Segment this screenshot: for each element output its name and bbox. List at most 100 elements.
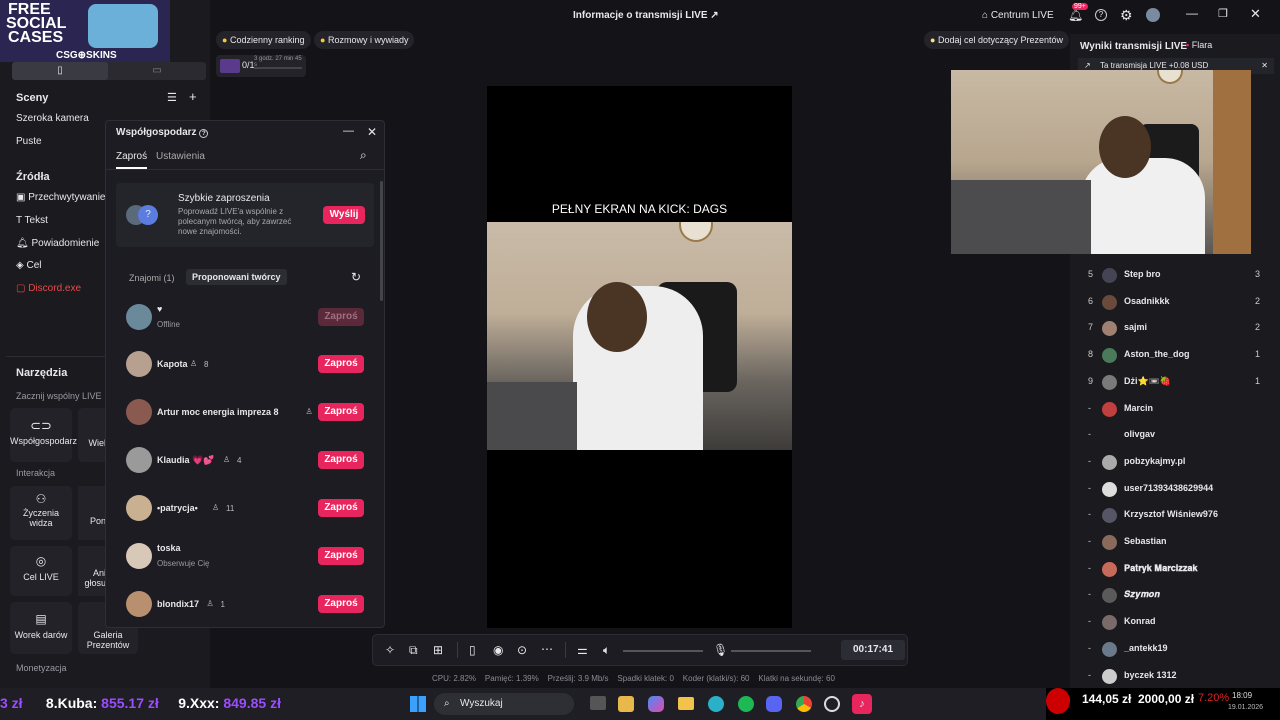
edge-icon[interactable] <box>708 696 724 712</box>
speaker-icon[interactable]: 🔈︎ <box>603 643 610 658</box>
mic-icon[interactable]: 🎙︎ <box>713 643 728 657</box>
capture-icon[interactable]: ⊙ <box>517 643 527 657</box>
minimize-icon[interactable]: — <box>1186 6 1198 20</box>
dialog-minimize-icon[interactable]: — <box>343 125 354 137</box>
tab-invite[interactable]: Zaproś <box>116 151 148 169</box>
tab-settings[interactable]: Ustawienia <box>156 151 205 162</box>
ranking-row[interactable]: - olivgav <box>1070 426 1280 446</box>
send-button[interactable]: Wyślij <box>323 206 365 224</box>
profile-avatar[interactable] <box>1146 8 1160 22</box>
record-icon[interactable]: ◉ <box>493 643 503 657</box>
store-icon[interactable] <box>618 696 634 712</box>
folder-icon[interactable] <box>678 697 694 710</box>
more-icon[interactable]: ⋯ <box>541 642 553 656</box>
ranking-row[interactable]: 7 sajmi 2 <box>1070 319 1280 339</box>
source-item-discord[interactable]: ▢ Discord.exe <box>16 283 81 294</box>
multi-tool[interactable]: Wiel <box>78 408 108 462</box>
banner-text: Ta transmisja LIVE +0.08 USD <box>1100 61 1209 70</box>
search-icon[interactable]: ⌕ <box>360 148 367 163</box>
spotify-icon[interactable] <box>738 696 754 712</box>
refresh-icon[interactable]: ↻ <box>351 270 361 284</box>
anim-tool[interactable]: Ani głosu <box>78 546 108 596</box>
source-item-goal[interactable]: ◈ Cel <box>16 260 41 271</box>
invite-button[interactable]: Zaproś <box>318 547 364 565</box>
tiktok-live-icon[interactable]: ♪ <box>852 694 872 714</box>
help-icon[interactable]: ? <box>1095 9 1107 21</box>
chrome-icon[interactable] <box>796 696 812 712</box>
dialog-scrollbar[interactable] <box>380 181 383 301</box>
banner-close-icon[interactable]: ✕ <box>1261 58 1268 74</box>
ranking-row[interactable]: - Marcin <box>1070 400 1280 420</box>
ranking-row[interactable]: - user71393438629944 <box>1070 480 1280 500</box>
ranking-row[interactable]: - 𝐏𝐚𝐭𝐫𝐲𝐤 𝐌𝐚𝐫𝐜𝐢𝐳𝐳𝐚𝐤 <box>1070 560 1280 580</box>
dialog-title-label: Współgospodarz <box>116 127 197 138</box>
ranking-row[interactable]: - Sebastian <box>1070 533 1280 553</box>
gift-box-tool[interactable]: ▤ Worek darów <box>10 602 72 654</box>
speaker-volume-slider[interactable] <box>623 650 703 652</box>
steam-icon[interactable] <box>824 696 840 712</box>
close-window-icon[interactable]: ✕ <box>1250 6 1261 22</box>
goal-tool[interactable]: ◎ Cel LIVE <box>10 546 72 596</box>
invite-button[interactable]: Zaproś <box>318 355 364 373</box>
goal-thumb <box>220 59 240 73</box>
viewer-avatar <box>1102 535 1117 550</box>
notification-icon[interactable]: 🔔︎ <box>1068 8 1083 22</box>
person-name: •patrycja• <box>157 503 198 513</box>
scene-item[interactable]: Szeroka kamera <box>16 113 89 124</box>
taskview-icon[interactable] <box>590 696 606 710</box>
dialog-close-icon[interactable]: ✕ <box>367 125 377 139</box>
scenes-list-icon[interactable]: ☰ <box>167 91 177 104</box>
goal-percent: 7.20% <box>1198 692 1230 704</box>
ranking-row[interactable]: 9 Dżi⭐📼🍓 1 <box>1070 373 1280 393</box>
portrait-toggle[interactable]: ▯ <box>12 62 108 80</box>
scene-item[interactable]: Puste <box>16 136 42 147</box>
ranking-row[interactable]: 8 Aston_the_dog 1 <box>1070 346 1280 366</box>
maximize-icon[interactable]: ❐ <box>1218 7 1228 20</box>
mic-volume-slider[interactable] <box>731 650 811 652</box>
ranking-row[interactable]: - _antekk19 <box>1070 640 1280 660</box>
invite-button[interactable]: Zaproś <box>318 308 364 326</box>
cohost-tool[interactable]: ⊂⊃ Współgospodarz <box>10 408 77 462</box>
page-title[interactable]: Informacje o transmisji LIVE ↗ <box>573 10 719 21</box>
windows-start-icon[interactable] <box>410 696 426 712</box>
centrum-button[interactable]: ⌂ Centrum LIVE <box>982 10 1054 21</box>
phone-icon[interactable]: ▯ <box>469 643 476 657</box>
source-item-capture[interactable]: ▣ Przechwytywanie <box>16 192 106 203</box>
source-item-text[interactable]: T Tekst <box>16 215 48 226</box>
landscape-toggle[interactable]: ▭ <box>108 62 206 80</box>
ranking-row[interactable]: - byczek 1312 <box>1070 667 1280 687</box>
ranking-row[interactable]: - Krzysztof Wiśniew976 <box>1070 506 1280 526</box>
add-goal-tag[interactable]: ● Dodaj cel dotyczący Prezentów <box>924 31 1070 49</box>
source-item-alert[interactable]: 🔔︎ Powiadomienie <box>16 238 99 249</box>
invite-button[interactable]: Zaproś <box>318 499 364 517</box>
sub-tab-suggested[interactable]: Proponowani twórcy <box>186 269 287 285</box>
poll-tool[interactable]: Pon <box>78 486 108 540</box>
mixer-icon[interactable]: ⚌ <box>577 643 588 657</box>
magic-icon[interactable]: ✧ <box>385 643 395 657</box>
top-tag-ranking[interactable]: ● Codzienny ranking <box>216 31 311 49</box>
copilot-icon[interactable] <box>648 696 664 712</box>
stat-mem: Pamięć: 1.39% <box>484 674 539 683</box>
flare-badge[interactable]: ▪ Flara <box>1186 40 1212 50</box>
invite-button[interactable]: Zaproś <box>318 403 364 421</box>
ranking-row[interactable]: - Konrad <box>1070 613 1280 633</box>
ranking-row[interactable]: - pobzykajmy.pl <box>1070 453 1280 473</box>
promo-brand: CSG⊕SKINS <box>56 50 117 61</box>
sub-tab-friends[interactable]: Znajomi (1) <box>129 273 175 283</box>
settings-icon[interactable]: ⚙ <box>1120 7 1133 24</box>
scene-icon[interactable]: ⊞ <box>433 643 443 657</box>
layout-icon[interactable]: ⧉ <box>409 643 418 658</box>
scenes-add-icon[interactable]: + <box>189 89 197 104</box>
ranking-row[interactable]: 6 Osadnikkk 2 <box>1070 293 1280 313</box>
viewer-score: 1 <box>1255 349 1261 360</box>
top-tag-talk[interactable]: ● Rozmowy i wywiady <box>314 31 415 49</box>
ranking-row[interactable]: 5 Step bro 3 <box>1070 266 1280 286</box>
promo-banner[interactable]: FREE SOCIAL CASES CSG⊕SKINS <box>0 0 170 62</box>
invite-button[interactable]: Zaproś <box>318 451 364 469</box>
ranking-row[interactable]: - 𝑺𝒛𝒚𝒎𝒐𝒏 <box>1070 586 1280 606</box>
goal-progress[interactable]: 0/1 3 godz. 27 min 45 s <box>216 55 306 77</box>
taskbar-search[interactable]: ⌕ Wyszukaj <box>434 693 574 715</box>
invite-button[interactable]: Zaproś <box>318 595 364 613</box>
discord-icon[interactable] <box>766 696 782 712</box>
wishes-tool[interactable]: ⚇ Życzenia widza <box>10 486 72 540</box>
